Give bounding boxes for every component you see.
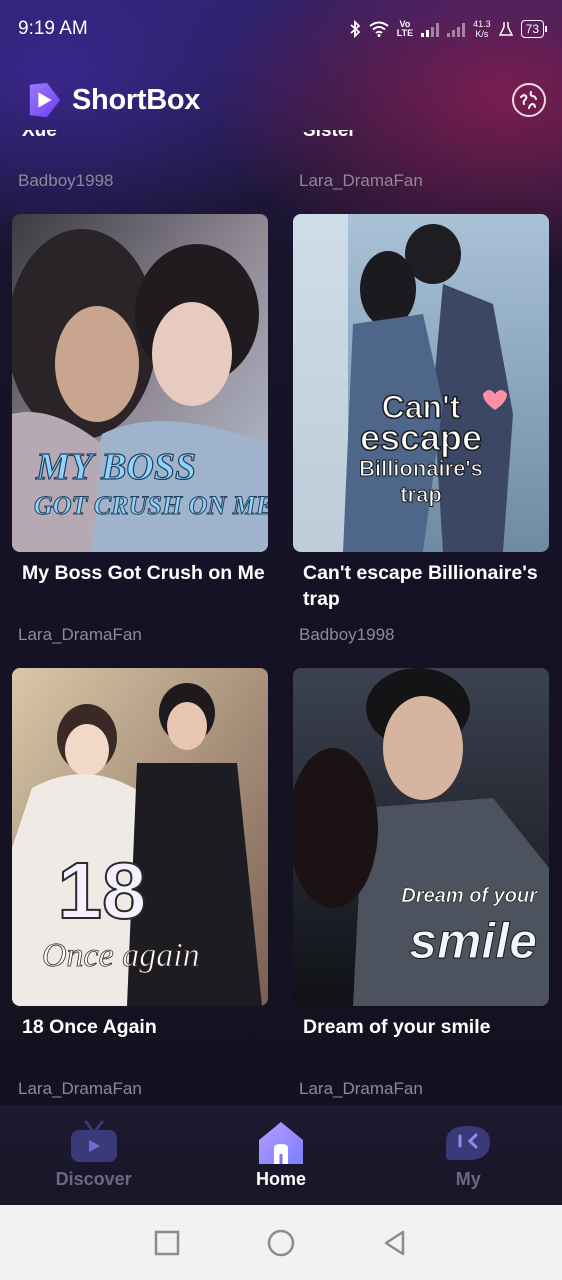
signal-icon bbox=[421, 21, 440, 37]
tv-icon bbox=[70, 1120, 117, 1162]
net-speed: 41.3 K/s bbox=[473, 19, 491, 39]
flask-icon bbox=[498, 22, 513, 36]
poster-text: escape bbox=[360, 417, 482, 458]
nav-label-my: My bbox=[455, 1169, 481, 1189]
drama-poster[interactable]: MY BOSS GOT CRUSH ON ME bbox=[12, 214, 268, 552]
home-icon bbox=[258, 1122, 303, 1164]
card-author: Lara_DramaFan bbox=[299, 1079, 423, 1098]
globe-icon bbox=[520, 91, 537, 109]
drama-poster[interactable]: Dream of your smile bbox=[293, 668, 549, 1006]
poster-text: Dream of your bbox=[401, 885, 538, 907]
back-icon[interactable] bbox=[381, 1229, 409, 1257]
poster-text: MY BOSS bbox=[35, 446, 196, 488]
signal-icon-sim2 bbox=[447, 21, 466, 37]
home-circle-icon[interactable] bbox=[266, 1228, 296, 1258]
drama-title[interactable]: Can't escape Billionaire's trap bbox=[303, 560, 548, 612]
poster-text: Billionaire's bbox=[359, 456, 483, 481]
poster-text: 18 bbox=[58, 846, 147, 935]
nav-discover[interactable]: Discover bbox=[4, 1105, 184, 1190]
nav-home[interactable]: Home bbox=[191, 1105, 371, 1190]
poster-text: Once again bbox=[42, 937, 200, 974]
card-author: Badboy1998 bbox=[18, 171, 114, 190]
drama-grid: Xue Badboy1998 Sister Lara_DramaFan MY B… bbox=[0, 128, 562, 1105]
card-author: Lara_DramaFan bbox=[299, 171, 423, 190]
nav-label-discover: Discover bbox=[55, 1169, 132, 1189]
app-header: ShortBox bbox=[0, 72, 562, 128]
shortbox-logo-icon bbox=[29, 82, 61, 118]
card-author: Badboy1998 bbox=[299, 625, 395, 644]
poster-text: GOT CRUSH ON ME bbox=[34, 491, 268, 520]
profile-icon bbox=[446, 1126, 491, 1160]
system-nav-bar bbox=[0, 1205, 562, 1280]
card-title-partial[interactable]: Xue bbox=[22, 130, 57, 142]
poster-text: trap bbox=[400, 482, 442, 507]
card-author: Lara_DramaFan bbox=[18, 625, 142, 644]
status-time: 9:19 AM bbox=[18, 18, 88, 39]
status-icons: Vo LTE 41.3 K/s 73 bbox=[349, 19, 548, 39]
drama-poster[interactable]: Can't escape Billionaire's trap bbox=[293, 214, 549, 552]
bluetooth-icon bbox=[350, 20, 361, 38]
card-author: Lara_DramaFan bbox=[18, 1079, 142, 1098]
recent-apps-icon[interactable] bbox=[153, 1229, 181, 1257]
card-title-partial[interactable]: Sister bbox=[303, 130, 356, 142]
drama-title[interactable]: My Boss Got Crush on Me bbox=[22, 560, 267, 586]
drama-poster[interactable]: 18 Once again bbox=[12, 668, 268, 1006]
nav-my[interactable]: My bbox=[378, 1105, 558, 1190]
drama-title[interactable]: Dream of your smile bbox=[303, 1014, 548, 1040]
bottom-nav: Discover Home My bbox=[0, 1105, 562, 1205]
brand: ShortBox bbox=[26, 81, 200, 119]
nav-label-home: Home bbox=[255, 1169, 306, 1189]
language-button[interactable] bbox=[512, 83, 546, 117]
volte-indicator: Vo LTE bbox=[396, 19, 414, 38]
app-name: ShortBox bbox=[72, 83, 201, 116]
poster-text: smile bbox=[409, 913, 537, 969]
wifi-icon bbox=[369, 21, 389, 37]
battery-icon: 73 bbox=[520, 20, 548, 38]
status-bar: 9:19 AM Vo LTE 41.3 K/s 73 bbox=[0, 0, 562, 58]
drama-title[interactable]: 18 Once Again bbox=[22, 1014, 267, 1040]
